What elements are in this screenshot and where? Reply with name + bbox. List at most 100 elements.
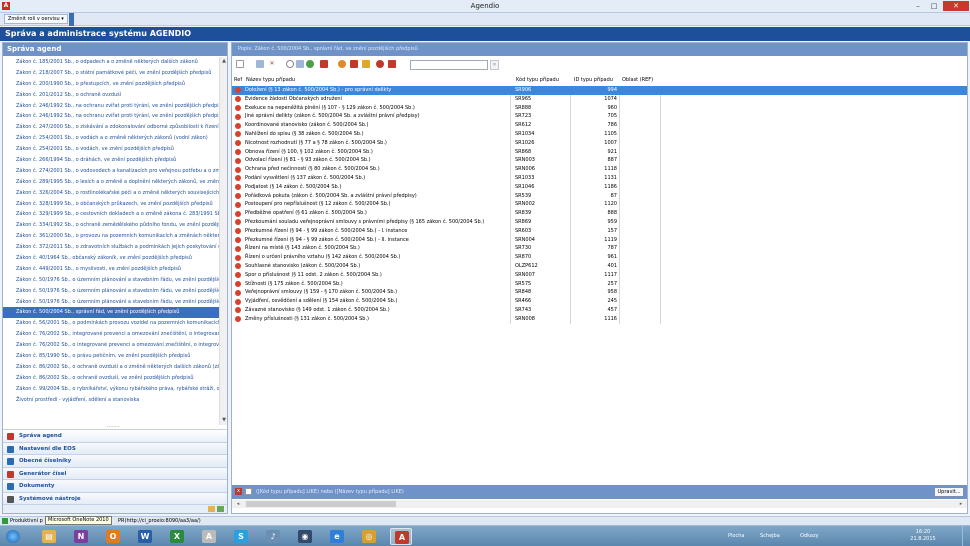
scroll-up-icon[interactable]: ▲ xyxy=(221,58,227,65)
scroll-thumb[interactable] xyxy=(246,501,396,507)
taskbar-app-acrobat[interactable]: A xyxy=(198,528,220,545)
law-list-item[interactable]: Zákon č. 99/2004 Sb., o rybníkářství, vý… xyxy=(3,384,219,395)
law-list-item[interactable]: Zákon č. 500/2004 Sb., správní řád, ve z… xyxy=(3,307,219,319)
law-list-item[interactable]: Zákon č. 449/2001 Sb., o myslivosti, ve … xyxy=(3,264,219,275)
law-list-item[interactable]: Zákon č. 56/2001 Sb., o podmínkách provo… xyxy=(3,318,219,329)
law-list-item[interactable]: Zákon č. 76/2002 Sb., integrované preven… xyxy=(3,329,219,340)
law-list-item[interactable]: Zákon č. 76/2002 Sb., o integrované prev… xyxy=(3,340,219,351)
clear-search-icon[interactable]: ✕ xyxy=(490,60,499,70)
law-list-item[interactable]: Zákon č. 185/2001 Sb., o odpadech a o zm… xyxy=(3,57,219,68)
table-row[interactable]: Nahlížení do spisu (§ 38 zákon č. 500/20… xyxy=(232,129,967,139)
col-area[interactable]: Oblast (REF) xyxy=(622,76,653,85)
table-row[interactable]: Předběžné opatření (§ 61 zákon č. 500/20… xyxy=(232,209,967,218)
law-list-item[interactable]: Životní prostředí - vyjádření, sdělení a… xyxy=(3,395,219,406)
horizontal-scrollbar[interactable]: ◂ ▸ xyxy=(232,500,967,508)
taskbar-app-chrome[interactable]: ◎ xyxy=(358,528,380,545)
law-list-item[interactable]: Zákon č. 200/1990 Sb., o přestupcích, ve… xyxy=(3,79,219,90)
copy-icon[interactable] xyxy=(296,60,304,68)
table-row[interactable]: Změny příslušnosti (§ 131 zákon č. 500/2… xyxy=(232,314,967,324)
law-list-item[interactable]: Zákon č. 274/2001 Sb., o vodovodech a ka… xyxy=(3,166,219,177)
nav-item[interactable]: Generátor čísel xyxy=(3,466,227,480)
table-row[interactable]: Podjatost (§ 14 zákon č. 500/2004 Sb.) SR… xyxy=(232,182,967,192)
scroll-down-icon[interactable]: ▼ xyxy=(221,417,227,424)
law-list-item[interactable]: Zákon č. 40/1964 Sb., občanský zákoník, … xyxy=(3,253,219,264)
taskbar-app-explorer[interactable]: ▤ xyxy=(38,528,60,545)
law-list-item[interactable]: Zákon č. 289/1995 Sb., o lesích a o změn… xyxy=(3,177,219,188)
col-name[interactable]: Název typu případu xyxy=(246,76,295,85)
nav-item[interactable]: Nastavení dle EOS xyxy=(3,441,227,455)
law-list-item[interactable]: Zákon č. 246/1992 Sb., na ochranu zvířat… xyxy=(3,101,219,112)
table-row[interactable]: Exekuce na nepeněžitá plnění (§ 107 - § … xyxy=(232,103,967,113)
law-list-item[interactable]: Zákon č. 86/2002 Sb., o ochraně ovzduší … xyxy=(3,362,219,373)
edit-filter-button[interactable]: Upravit... xyxy=(934,487,964,497)
law-list-item[interactable]: Zákon č. 266/1994 Sb., o dráhách, ve zně… xyxy=(3,155,219,166)
col-ref[interactable]: Ref xyxy=(234,76,242,85)
scroll-left-icon[interactable]: ◂ xyxy=(234,500,242,508)
clock[interactable]: 16:20 21.8.2015 xyxy=(908,529,938,543)
search-icon[interactable] xyxy=(286,60,294,68)
options-icon[interactable] xyxy=(217,506,224,512)
taskbar-app-notes[interactable]: ♪ xyxy=(262,528,284,545)
nav-item[interactable]: Systémové nástroje xyxy=(3,491,227,505)
taskbar-app-outlook[interactable]: O xyxy=(102,528,124,545)
folder-icon[interactable] xyxy=(208,506,215,512)
delete-icon[interactable]: ✕ xyxy=(268,60,276,68)
table-row[interactable]: Doložení (§ 13 zákon č. 500/2004 Sb.) - … xyxy=(232,86,967,95)
law-list-item[interactable]: Zákon č. 246/1992 Sb., na ochranu zvířat… xyxy=(3,111,219,122)
table-row[interactable]: Přezkoumání souladu veřejnoprávní smlouv… xyxy=(232,217,967,227)
table-row[interactable]: Obnova řízení (§ 100, § 102 zákon č. 500… xyxy=(232,147,967,157)
table-row[interactable]: Přezkumné řízení (§ 94 - § 99 zákon č. 5… xyxy=(232,226,967,236)
taskbar-app-skype[interactable]: S xyxy=(230,528,252,545)
nav-item[interactable]: Správa agend xyxy=(3,429,227,442)
nav-item[interactable]: Obecné číselníky xyxy=(3,454,227,467)
change-role-dropdown[interactable]: Změnit roli v oervisu ▾ xyxy=(4,14,68,24)
folder-orange-icon[interactable] xyxy=(362,60,370,68)
table-row[interactable]: Podání vysvětlení (§ 137 zákon č. 500/20… xyxy=(232,173,967,183)
taskbar-app-app[interactable]: ◉ xyxy=(294,528,316,545)
taskbar-app-onenote[interactable]: N xyxy=(70,528,92,545)
flag-icon[interactable] xyxy=(320,60,328,68)
export-icon[interactable] xyxy=(388,60,396,68)
law-list-item[interactable]: Zákon č. 247/2000 Sb., o získávání a zdo… xyxy=(3,122,219,133)
col-id[interactable]: ID typu případu xyxy=(574,76,613,85)
nav-item[interactable]: Dokumenty xyxy=(3,479,227,492)
filter-checkbox[interactable] xyxy=(245,488,252,495)
table-row[interactable]: Veřejnoprávní smlouvy (§ 159 - § 170 zák… xyxy=(232,288,967,298)
table-row[interactable]: Řízení na místě (§ 143 zákon č. 500/2004… xyxy=(232,244,967,254)
table-row[interactable]: Souhlasné stanovisko (zákon č. 500/2004 … xyxy=(232,261,967,271)
taskbar-app-excel[interactable]: X xyxy=(166,528,188,545)
close-button[interactable]: ✕ xyxy=(943,1,969,11)
close-filter-icon[interactable]: x xyxy=(235,488,242,495)
search-input[interactable] xyxy=(410,60,488,70)
law-list-item[interactable]: Zákon č. 218/2007 Sb., o státní památkov… xyxy=(3,68,219,79)
table-row[interactable]: Nicotnost rozhodnutí (§ 77 a § 78 zákon … xyxy=(232,138,967,148)
start-button[interactable] xyxy=(2,528,24,545)
law-list-item[interactable]: Zákon č. 254/2001 Sb., o vodách, ve zněn… xyxy=(3,144,219,155)
table-row[interactable]: Koordinované stanovisko (zákon č. 500/20… xyxy=(232,121,967,130)
law-list-item[interactable]: Zákon č. 85/1990 Sb., o právu petičním, … xyxy=(3,351,219,362)
table-row[interactable]: Pořádková pokuta (zákon č. 500/2004 Sb. … xyxy=(232,191,967,201)
tray-desktop[interactable]: Plocha xyxy=(728,526,744,546)
law-list-item[interactable]: Zákon č. 326/2004 Sb., o rostlinolékařsk… xyxy=(3,188,219,199)
col-code[interactable]: Kód typu případu xyxy=(516,76,559,85)
law-list-item[interactable]: Zákon č. 328/1999 Sb., o občanských průk… xyxy=(3,199,219,210)
new-record-icon[interactable] xyxy=(236,60,244,68)
law-list-scrollbar[interactable]: ▲ ▼ xyxy=(219,57,227,425)
table-row[interactable]: Evidence žádostí Občanských sdružení SR96… xyxy=(232,94,967,104)
law-list-item[interactable]: Zákon č. 361/2000 Sb., o provozu na poze… xyxy=(3,231,219,242)
scroll-right-icon[interactable]: ▸ xyxy=(957,500,965,508)
refresh-icon[interactable] xyxy=(306,60,314,68)
law-list-item[interactable]: Zákon č. 329/1999 Sb., o cestovních dokl… xyxy=(3,209,219,220)
law-list-item[interactable]: Zákon č. 86/2002 Sb., o ochraně ovzduší,… xyxy=(3,373,219,384)
law-list-item[interactable]: Zákon č. 50/1976 Sb., o územním plánován… xyxy=(3,286,219,297)
edit-icon[interactable] xyxy=(256,60,264,68)
maximize-button[interactable]: □ xyxy=(926,1,942,11)
law-list-item[interactable]: Zákon č. 254/2001 Sb., o vodách a o změn… xyxy=(3,133,219,144)
taskbar-app-ie[interactable]: e xyxy=(326,528,348,545)
table-row[interactable]: Stížnosti (§ 175 zákon č. 500/2004 Sb.) S… xyxy=(232,279,967,289)
table-row[interactable]: Jiné správní delikty (zákon č. 500/2004 … xyxy=(232,112,967,122)
table-row[interactable]: Řízení o určení právního vztahu (§ 142 z… xyxy=(232,253,967,262)
law-list-item[interactable]: Zákon č. 201/2012 Sb., o ochraně ovzduší xyxy=(3,90,219,101)
table-row[interactable]: Odvolací řízení (§ 81 - § 93 zákon č. 50… xyxy=(232,156,967,166)
table-row[interactable]: Spor o příslušnost (§ 11 odst. 2 zákon č… xyxy=(232,270,967,280)
